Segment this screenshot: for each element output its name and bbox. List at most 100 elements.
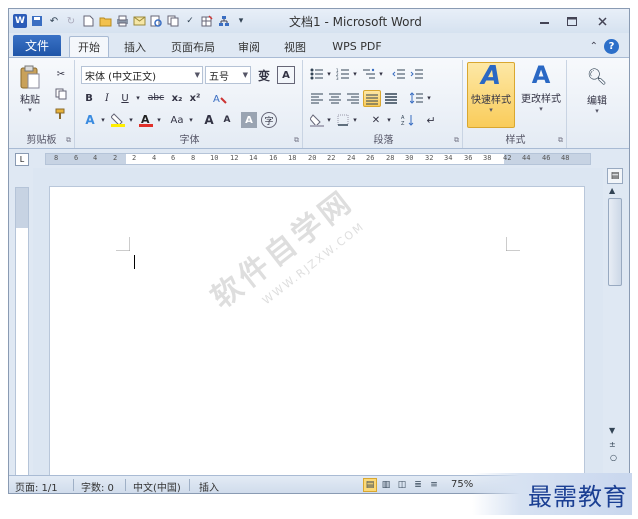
underline-button[interactable]: U	[117, 90, 133, 106]
quick-styles-dropdown-icon[interactable]: ▾	[489, 106, 493, 114]
borders-icon[interactable]	[335, 112, 351, 128]
font-color-icon[interactable]: A	[137, 112, 155, 128]
minimize-icon[interactable]	[533, 13, 555, 29]
word-logo-icon[interactable]: W	[13, 14, 27, 28]
shrink-font-button[interactable]: A	[219, 112, 235, 128]
status-language[interactable]: 中文(中国)	[133, 479, 181, 493]
increase-indent-icon[interactable]	[409, 66, 425, 82]
styles-launcher-icon[interactable]: ⧉	[558, 136, 563, 145]
bullets-icon[interactable]	[309, 66, 325, 82]
tab-wps-pdf[interactable]: WPS PDF	[327, 36, 387, 57]
quick-styles-button[interactable]: A 快速样式 ▾	[467, 62, 515, 128]
phonetic-guide-icon[interactable]: 变	[255, 66, 273, 84]
highlight-dropdown-icon[interactable]: ▾	[127, 112, 135, 128]
tab-page-layout[interactable]: 页面布局	[165, 36, 221, 57]
copy-button-icon[interactable]	[53, 86, 69, 102]
tab-insert[interactable]: 插入	[117, 36, 153, 57]
paste-button[interactable]: 粘贴 ▾	[15, 64, 45, 114]
full-screen-reading-icon[interactable]: ▥	[379, 478, 393, 492]
borders-dropdown-icon[interactable]: ▾	[351, 112, 359, 128]
browse-object-icon[interactable]: ○	[610, 453, 617, 462]
outline-view-icon[interactable]: ≣	[411, 478, 425, 492]
font-launcher-icon[interactable]: ⧉	[294, 136, 299, 145]
change-styles-dropdown-icon[interactable]: ▾	[539, 105, 543, 113]
font-color-dropdown-icon[interactable]: ▾	[155, 112, 163, 128]
subscript-button[interactable]: x₂	[169, 90, 185, 106]
numbering-dropdown-icon[interactable]: ▾	[351, 66, 359, 82]
print-icon[interactable]	[115, 14, 129, 28]
chinese-layout-icon[interactable]: ✕	[367, 112, 385, 128]
zoom-level[interactable]: 75%	[451, 479, 473, 490]
paragraph-launcher-icon[interactable]: ⧉	[454, 136, 459, 145]
tab-file[interactable]: 文件	[13, 35, 61, 56]
save-icon[interactable]	[30, 14, 44, 28]
draft-view-icon[interactable]: ≡	[427, 478, 441, 492]
change-case-dropdown-icon[interactable]: ▾	[187, 112, 195, 128]
italic-button[interactable]: I	[99, 90, 115, 106]
cut-icon[interactable]: ✂	[53, 66, 69, 82]
ruler-strip[interactable]: 8 6 4 2 2 4 6 8 10 12 14 16 18 20 22 24 26 28 30 32 34 36 38 42…	[45, 153, 591, 165]
status-insert-mode[interactable]: 插入	[199, 479, 219, 493]
undo-icon[interactable]: ↶	[47, 14, 61, 28]
strikethrough-button[interactable]: abc	[145, 90, 167, 106]
text-effects-dropdown-icon[interactable]: ▾	[99, 112, 107, 128]
redo-icon[interactable]: ↻	[64, 14, 78, 28]
shading-icon[interactable]	[309, 112, 325, 128]
document-page[interactable]: 软件自学网 WWW.RJZXW.COM	[49, 184, 585, 478]
vertical-scrollbar[interactable]: ▤ ▲ ▼ ± ○	[603, 168, 629, 478]
line-spacing-dropdown-icon[interactable]: ▾	[425, 90, 433, 106]
shading-dropdown-icon[interactable]: ▾	[325, 112, 333, 128]
multilevel-dropdown-icon[interactable]: ▾	[377, 66, 385, 82]
customize-qat-icon[interactable]: ▾	[234, 14, 248, 28]
print-preview-icon[interactable]	[149, 14, 163, 28]
underline-dropdown-icon[interactable]: ▾	[133, 90, 143, 106]
line-spacing-icon[interactable]	[409, 90, 425, 106]
editing-button[interactable]: 🔍︎ 编辑 ▾	[575, 64, 619, 124]
draw-table-icon[interactable]	[200, 14, 214, 28]
spell-check-icon[interactable]: ✓	[183, 14, 197, 28]
align-right-icon[interactable]	[345, 90, 361, 106]
clear-formatting-icon[interactable]: A	[211, 90, 229, 106]
view-ruler-icon[interactable]: ▤	[607, 168, 623, 184]
font-name-dropdown-icon[interactable]: ▼	[195, 71, 200, 79]
superscript-button[interactable]: x²	[187, 90, 203, 106]
character-border-icon[interactable]: A	[277, 66, 295, 84]
show-formatting-marks-icon[interactable]: ↵	[423, 112, 439, 128]
org-chart-icon[interactable]	[217, 14, 231, 28]
change-styles-button[interactable]: A 更改样式 ▾	[517, 62, 565, 128]
print-layout-view-icon[interactable]: ▤	[363, 478, 377, 492]
editing-dropdown-icon[interactable]: ▾	[595, 107, 599, 115]
web-layout-icon[interactable]: ◫	[395, 478, 409, 492]
font-size-dropdown-icon[interactable]: ▼	[243, 71, 248, 79]
bullets-dropdown-icon[interactable]: ▾	[325, 66, 333, 82]
previous-page-icon[interactable]: ±	[609, 440, 616, 449]
tab-home[interactable]: 开始	[69, 36, 109, 57]
multilevel-list-icon[interactable]	[361, 66, 377, 82]
email-icon[interactable]	[132, 14, 146, 28]
font-size-combo[interactable]: 五号 ▼	[205, 66, 251, 84]
align-center-icon[interactable]	[327, 90, 343, 106]
new-doc-icon[interactable]	[81, 14, 95, 28]
tab-view[interactable]: 视图	[279, 36, 311, 57]
bold-button[interactable]: B	[81, 90, 97, 106]
scroll-down-icon[interactable]: ▼	[609, 426, 615, 435]
close-icon[interactable]	[591, 13, 613, 29]
font-name-combo[interactable]: 宋体 (中文正文) ▼	[81, 66, 203, 84]
decrease-indent-icon[interactable]	[391, 66, 407, 82]
collapse-ribbon-icon[interactable]: ⌃	[590, 41, 598, 52]
distributed-icon[interactable]	[383, 90, 399, 106]
enclose-characters-icon[interactable]: 字	[261, 112, 277, 128]
highlight-color-icon[interactable]	[109, 112, 127, 128]
chinese-layout-dropdown-icon[interactable]: ▾	[385, 112, 393, 128]
paste-dropdown-icon[interactable]: ▾	[28, 106, 32, 114]
format-painter-icon[interactable]	[53, 106, 69, 122]
copy-icon[interactable]	[166, 14, 180, 28]
justify-icon[interactable]	[363, 90, 381, 107]
tab-review[interactable]: 审阅	[233, 36, 265, 57]
sort-icon[interactable]: AZ	[399, 112, 417, 128]
document-area[interactable]: 软件自学网 WWW.RJZXW.COM	[33, 168, 603, 478]
clipboard-launcher-icon[interactable]: ⧉	[66, 136, 71, 145]
maximize-icon[interactable]	[561, 13, 583, 29]
text-effects-icon[interactable]: A	[81, 112, 99, 128]
help-icon[interactable]: ?	[604, 39, 619, 54]
